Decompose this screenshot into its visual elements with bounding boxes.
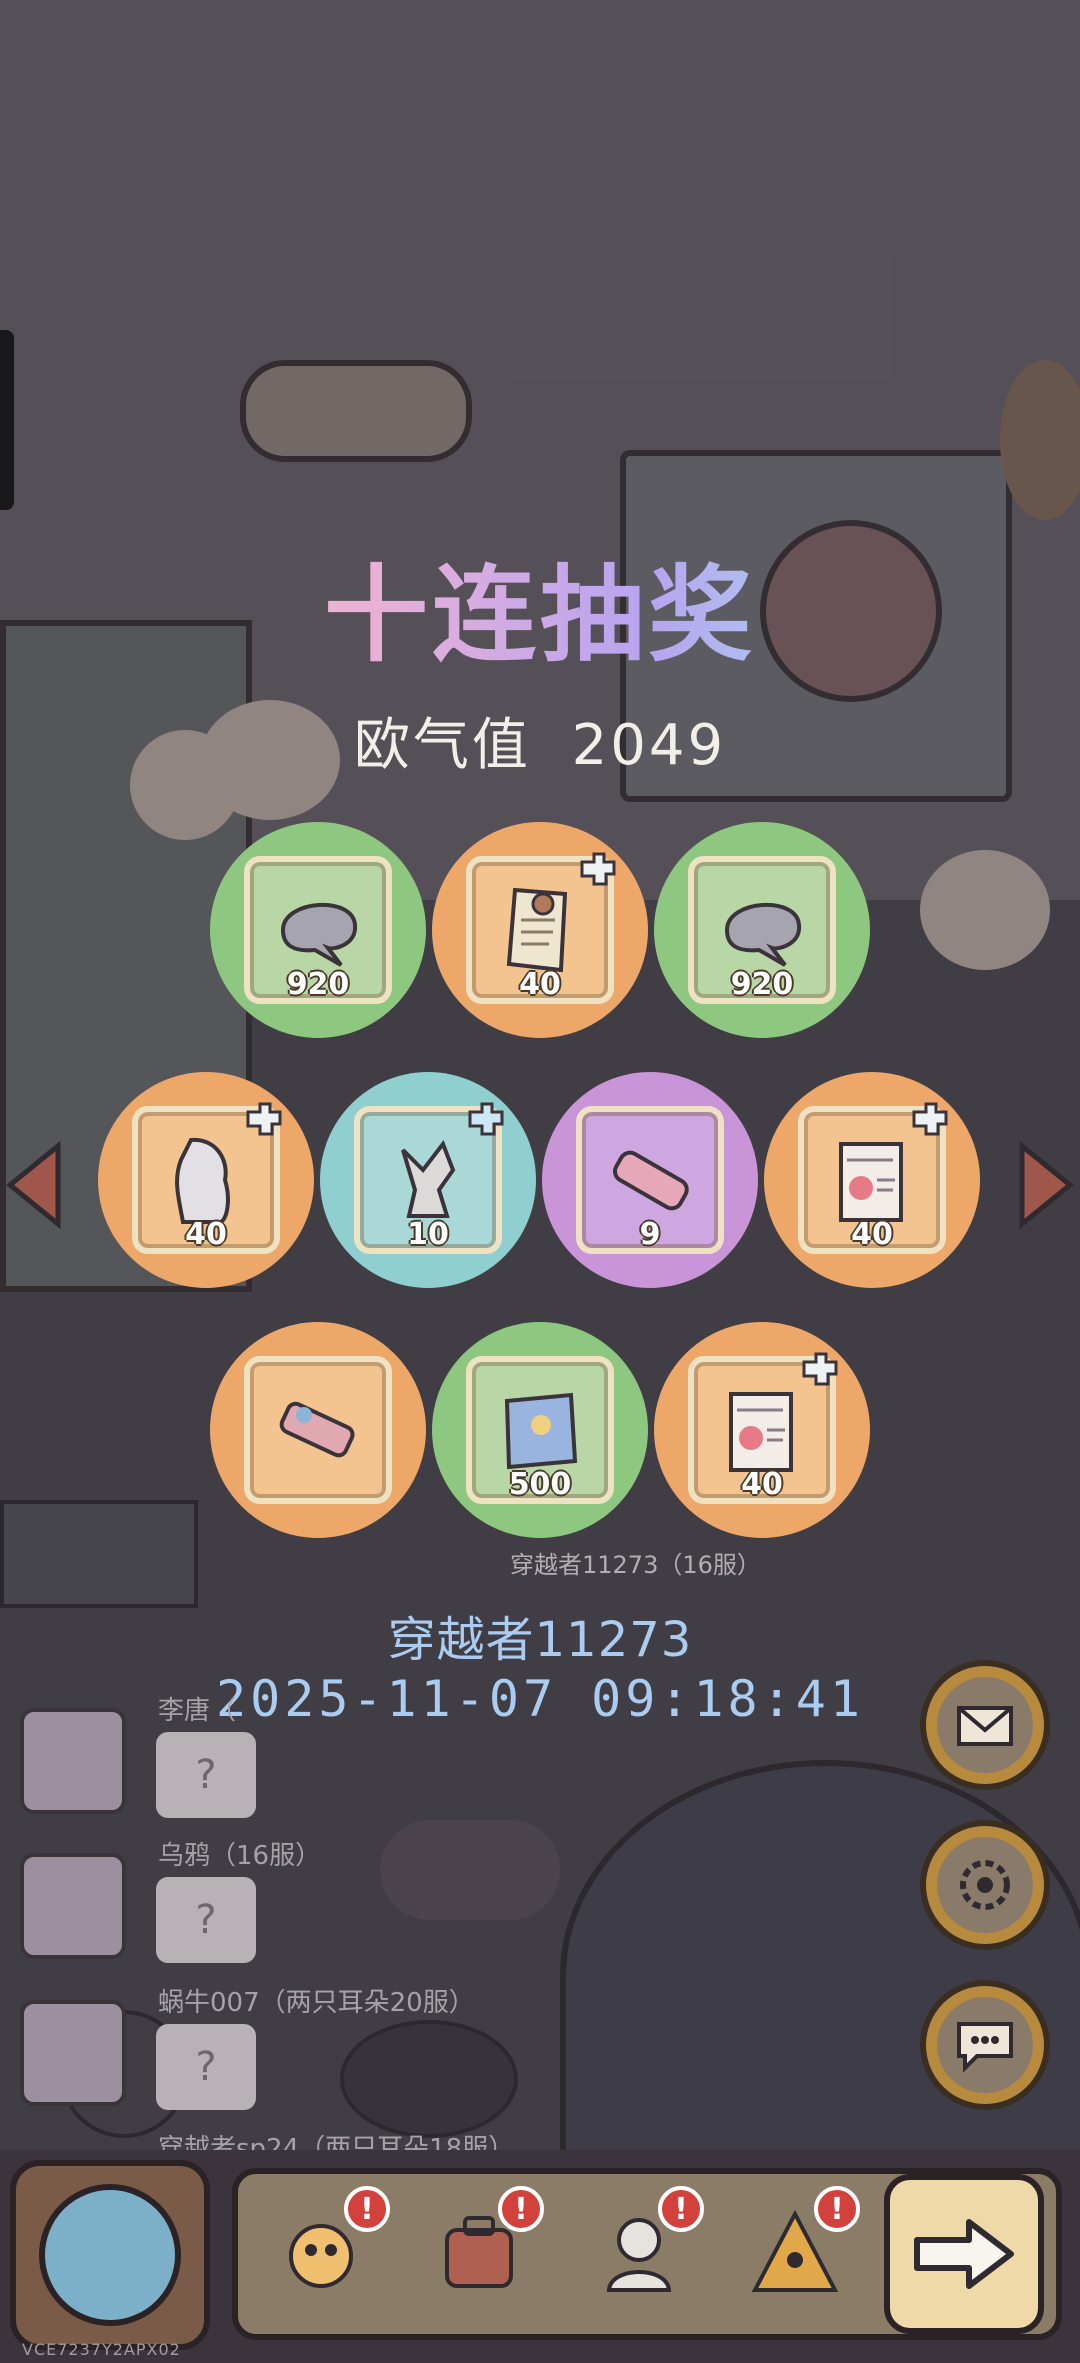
fragment-badge-icon [802, 1352, 838, 1386]
fragment-badge-icon [246, 1102, 282, 1136]
mail-icon [957, 1706, 1013, 1746]
reward-count: 500 [508, 1467, 572, 1502]
reward-card: 40 [688, 1352, 838, 1504]
reward-card: 40 [466, 852, 616, 1004]
mail-button[interactable] [920, 1660, 1050, 1790]
reward-slot[interactable]: 40 [654, 1322, 870, 1538]
scroll-fragment-icon [506, 887, 568, 973]
fragment-badge-icon [912, 1102, 948, 1136]
chat-entry[interactable]: 李唐（ ? [20, 1690, 460, 1840]
firework-rocket-icon [279, 1401, 355, 1458]
arrow-right-icon [914, 2219, 1014, 2289]
backpack-button[interactable]: ! [414, 2186, 544, 2316]
ghost-blob-icon [724, 903, 802, 967]
reward-count: 40 [519, 967, 561, 1002]
chat-button[interactable] [920, 1980, 1050, 2110]
avatar[interactable] [20, 1853, 126, 1959]
reward-slot[interactable]: 40 [764, 1072, 980, 1288]
reward-card: 40 [798, 1102, 948, 1254]
arrow-right-icon [1019, 1140, 1074, 1230]
reward-count: 40 [185, 1217, 227, 1252]
player-name-server: 穿越者11273（16服） [510, 1551, 761, 1579]
reward-count: 9 [639, 1217, 661, 1252]
reward-slot[interactable]: 40 [432, 822, 648, 1038]
reward-slot[interactable]: 920 [210, 822, 426, 1038]
reward-slot[interactable] [210, 1322, 426, 1538]
statue-fragment-icon [175, 1137, 230, 1224]
prev-arrow-button[interactable] [4, 1140, 64, 1230]
portal-globe-icon [39, 2184, 181, 2326]
reward-count: 920 [286, 967, 350, 1002]
ghost-blob-icon [280, 903, 358, 967]
device-code: VCE7237Y2APX02 [22, 2340, 181, 2359]
chat-button-face [937, 1997, 1033, 2093]
reward-card: 920 [244, 856, 392, 1004]
reward-card: 9 [576, 1106, 724, 1254]
reward-card: 40 [132, 1102, 282, 1254]
settings-button-face [937, 1837, 1033, 1933]
reward-slot[interactable]: 500 [432, 1322, 648, 1538]
fragment-badge-icon [580, 852, 616, 886]
reward-card: 920 [688, 856, 836, 1004]
pyramid-button[interactable]: ! [730, 2186, 860, 2316]
player-name: 穿越者11273 [387, 1612, 693, 1668]
arrow-left-icon [6, 1140, 61, 1230]
reward-count: 10 [407, 1217, 449, 1252]
chat-bubble: ? [156, 1877, 256, 1963]
avatar[interactable] [20, 2000, 126, 2106]
luck-label: 欧气值 [353, 713, 531, 778]
telescope-icon [612, 1150, 689, 1211]
reward-count: 40 [851, 1217, 893, 1252]
chat-entry[interactable]: 乌鸦（16服） ? [20, 1835, 460, 1985]
chat-author: 李唐（ [158, 1696, 237, 1726]
mail-button-face [937, 1677, 1033, 1773]
reward-slot[interactable]: 10 [320, 1072, 536, 1288]
continue-button[interactable] [884, 2174, 1044, 2334]
alert-badge: ! [814, 2186, 860, 2232]
reward-slot[interactable]: 920 [654, 822, 870, 1038]
document-fragment-icon [729, 1392, 793, 1472]
chat-bubble: ? [156, 1732, 256, 1818]
reward-card [244, 1356, 392, 1504]
settings-button[interactable] [920, 1820, 1050, 1950]
character-button[interactable]: ! [260, 2186, 390, 2316]
angel-statue-icon [401, 1139, 456, 1218]
fragment-badge-icon [468, 1102, 504, 1136]
page-title: 十连抽奖 [0, 530, 1080, 681]
next-arrow-button[interactable] [1016, 1140, 1076, 1230]
chat-author: 乌鸦（16服） [158, 1841, 322, 1871]
statue-button[interactable]: ! [574, 2186, 704, 2316]
chat-author: 蜗牛007（两只耳朵20服） [158, 1988, 475, 2018]
luck-value: 2049 [571, 713, 727, 778]
reward-card: 10 [354, 1102, 504, 1254]
avatar[interactable] [20, 1708, 126, 1814]
gear-icon [960, 1860, 1010, 1910]
reward-count: 40 [741, 1467, 783, 1502]
reward-slot[interactable]: 40 [98, 1072, 314, 1288]
reward-card: 500 [466, 1356, 614, 1504]
speech-bubble-icon [957, 2022, 1013, 2072]
alert-badge: ! [344, 2186, 390, 2232]
reward-count: 920 [730, 967, 794, 1002]
chat-entry[interactable]: 蜗牛007（两只耳朵20服） ? [20, 1982, 475, 2132]
document-fragment-icon [839, 1142, 903, 1222]
map-cloth-icon [504, 1392, 578, 1470]
alert-badge: ! [658, 2186, 704, 2232]
alert-badge: ! [498, 2186, 544, 2232]
portal-button[interactable] [10, 2160, 210, 2350]
reward-slot[interactable]: 9 [542, 1072, 758, 1288]
luck-value-row: 欧气值 2049 [0, 700, 1080, 781]
chat-bubble: ? [156, 2024, 256, 2110]
